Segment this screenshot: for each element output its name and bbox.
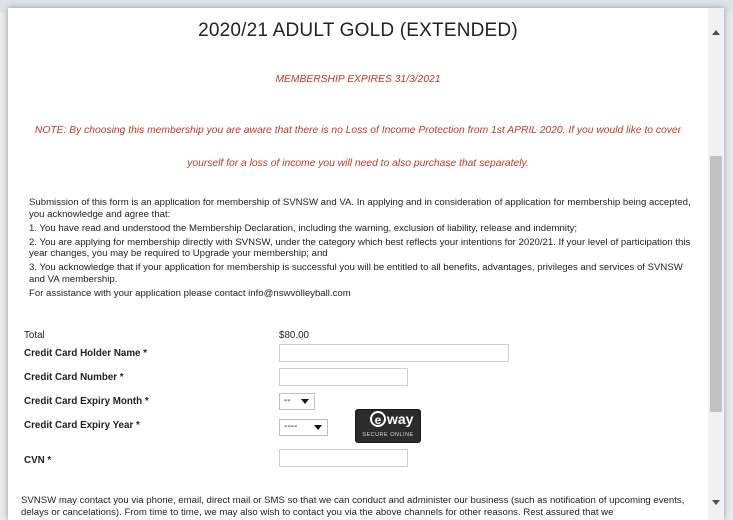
card-holder-label: Credit Card Holder Name * [24, 348, 148, 359]
membership-expiry: MEMBERSHIP EXPIRES 31/3/2021 [275, 74, 441, 85]
expiry-year-select[interactable]: ---- [279, 419, 328, 436]
eway-secure-badge: e way SECURE ONLINE [355, 409, 421, 443]
declaration-item-1: 1. You have read and understood the Memb… [29, 222, 578, 234]
eway-secure-text: SECURE ONLINE [362, 432, 414, 438]
membership-modal: 2020/21 ADULT GOLD (EXTENDED) MEMBERSHIP… [8, 8, 724, 520]
eway-e-mark: e [370, 411, 386, 427]
vertical-scrollbar[interactable] [708, 8, 724, 520]
note-line-2: yourself for a loss of income you will n… [187, 158, 529, 169]
total-value: $80.00 [279, 330, 309, 341]
declaration-item-2: 2. You are applying for membership direc… [29, 236, 691, 260]
declaration-item-3: 3. You acknowledge that if your applicat… [29, 262, 683, 286]
card-holder-input[interactable] [279, 344, 509, 362]
modal-content: 2020/21 ADULT GOLD (EXTENDED) MEMBERSHIP… [8, 8, 708, 520]
chevron-down-icon [301, 399, 309, 404]
eway-logo: e way [370, 411, 413, 427]
membership-title: 2020/21 ADULT GOLD (EXTENDED) [198, 20, 518, 41]
cvn-label: CVN * [24, 455, 52, 466]
scrollbar-thumb[interactable] [710, 156, 722, 412]
expiry-year-value: ---- [284, 421, 298, 432]
note-line-1: NOTE: By choosing this membership you ar… [34, 125, 682, 136]
total-label: Total [24, 330, 45, 341]
contact-consent-text: SVNSW may contact you via phone, email, … [21, 495, 685, 518]
declaration: Submission of this form is an applicatio… [29, 197, 699, 302]
cvn-input[interactable] [279, 449, 408, 467]
card-number-label: Credit Card Number * [24, 372, 124, 383]
expiry-month-value: -- [284, 395, 291, 406]
expiry-month-select[interactable]: -- [279, 393, 315, 410]
expiry-month-label: Credit Card Expiry Month * [24, 396, 149, 407]
assistance-contact: For assistance with your application ple… [29, 288, 351, 300]
expiry-year-label: Credit Card Expiry Year * [24, 420, 140, 431]
chevron-down-icon [314, 425, 322, 430]
scroll-down-arrow-icon[interactable] [712, 500, 720, 505]
declaration-intro: Submission of this form is an applicatio… [29, 197, 691, 220]
eway-logo-text: way [387, 411, 414, 427]
card-number-input[interactable] [279, 368, 408, 386]
scroll-up-arrow-icon[interactable] [712, 30, 720, 35]
